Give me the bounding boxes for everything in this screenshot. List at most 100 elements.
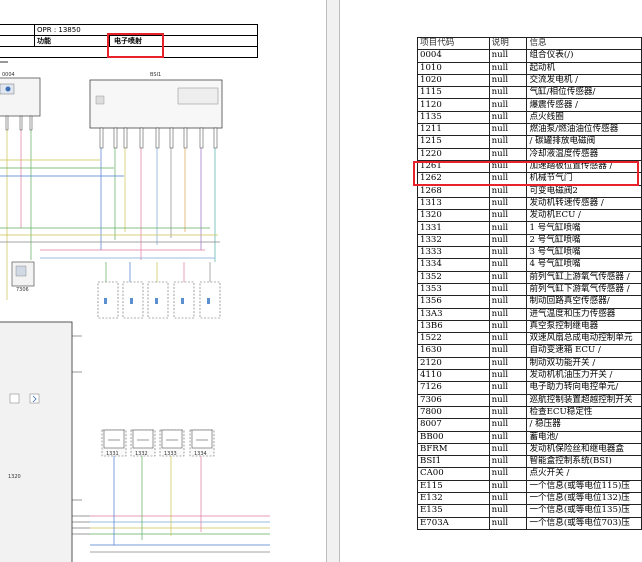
cell-code: BB00 [417, 430, 490, 444]
cell-code: BSI1 [417, 455, 490, 469]
cell-description: null [488, 61, 528, 75]
cell-info: 爆震传感器 / [526, 98, 642, 112]
table-row: 1320 null 发动机ECU / [417, 209, 642, 223]
cell-info: 一个信息(或等电位135)压 [526, 504, 642, 518]
ecu-1320-label: 1320 [8, 474, 21, 480]
cell-description: null [488, 418, 528, 432]
cell-info: 交流发电机 / [526, 73, 642, 88]
cell-info: 发动机转速传感器 / [526, 196, 642, 211]
cell-code: 1333 [417, 246, 490, 260]
table-row: 1120 null 爆震传感器 / [417, 98, 642, 112]
table-row: 1334 null 4 号气缸喷嘴 [417, 258, 642, 272]
cell-description: null [488, 332, 528, 346]
table-row: 1135 null 点火线圈 [417, 110, 642, 125]
cell-code: 1332 [417, 233, 490, 248]
cell-info: 蓄电池/ [526, 430, 642, 444]
table-row: 13B6 null 真空泵控制继电器 [417, 319, 642, 334]
cell-code: 2120 [417, 356, 490, 371]
cell-code: 7800 [417, 405, 490, 420]
cell-info: 制动回路真空传感器/ [526, 295, 642, 309]
table-row: 1211 null 燃油泵/燃油油位传感器 [417, 123, 642, 137]
cell-code: 13A3 [417, 307, 490, 321]
cell-description: null [488, 430, 528, 444]
cell-description: null [488, 504, 528, 518]
cell-info: 一个信息(或等电位703)压 [526, 516, 642, 530]
header-code: 项目代码 [417, 36, 490, 51]
cell-info: 发动机机油压力开关 / [526, 369, 642, 383]
table-row: BFRM null 发动机保险丝和继电器盒 [417, 442, 642, 457]
cell-description: null [488, 184, 528, 198]
cell-description: null [488, 319, 528, 334]
table-row: 1353 null 前列气缸下游氧气传感器 / [417, 282, 642, 297]
injector-1334-label: 1334 [194, 451, 207, 457]
cell-description: null [488, 49, 528, 63]
cell-info: 进气温度和压力传感器 [526, 307, 642, 321]
cell-code: 7126 [417, 381, 490, 395]
table-row: 1313 null 发动机转速传感器 / [417, 196, 642, 211]
cell-code: 1356 [417, 295, 490, 309]
table-row: 1356 null 制动回路真空传感器/ [417, 295, 642, 309]
component-code-table: 项目代码 说明 信息 0004 null 组合仪表(/) 1010 null 起动机 1020 nu… [417, 36, 642, 530]
page-divider [326, 0, 340, 562]
cell-code: E132 [417, 491, 490, 506]
cell-description: null [488, 98, 528, 112]
cell-info: 3 号气缸喷嘴 [526, 246, 642, 260]
cell-info: 燃油泵/燃油油位传感器 [526, 123, 642, 137]
cell-description: null [488, 196, 528, 211]
cell-info: 智能盒控制系统(BSI) [526, 455, 642, 469]
table-row: BSI1 null 智能盒控制系统(BSI) [417, 455, 642, 469]
table-row: E703A null 一个信息(或等电位703)压 [417, 516, 642, 530]
table-row: 1333 null 3 号气缸喷嘴 [417, 246, 642, 260]
table-row: 0004 null 组合仪表(/) [417, 49, 642, 63]
cell-info: 可变电磁阀2 [526, 184, 642, 198]
cell-code: 1630 [417, 344, 490, 358]
cell-description: null [488, 110, 528, 125]
cell-code: 1353 [417, 282, 490, 297]
table-row: E135 null 一个信息(或等电位135)压 [417, 504, 642, 518]
cell-info: 点火线圈 [526, 110, 642, 125]
table-row: BB00 null 蓄电池/ [417, 430, 642, 444]
cell-code: E135 [417, 504, 490, 518]
cell-code: E703A [417, 516, 490, 530]
table-row: 7800 null 检查ECU稳定性 [417, 405, 642, 420]
cell-info: 前列气缸下游氧气传感器 / [526, 282, 642, 297]
cell-description: null [488, 356, 528, 371]
component-bsi1-label: BSI1 [150, 72, 162, 78]
cell-code: 1220 [417, 147, 490, 161]
table-row: 1331 null 1 号气缸喷嘴 [417, 221, 642, 235]
table-row: 1352 null 前列气缸上游氧气传感器 / [417, 270, 642, 284]
cell-info: 4 号气缸喷嘴 [526, 258, 642, 272]
component-0004-label: 0004 [2, 72, 15, 78]
cell-description: null [488, 147, 528, 161]
cell-code: 1334 [417, 258, 490, 272]
table-row: 1220 null 冷却液温度传感器 [417, 147, 642, 161]
cell-code: 1522 [417, 332, 490, 346]
injector-1333-label: 1333 [164, 451, 177, 457]
wiring-diagram [0, 61, 270, 562]
cell-info: 自动变速箱 ECU / [526, 344, 642, 358]
table-row: 8007 null / 稳压器 [417, 418, 642, 432]
cell-info: 发动机ECU / [526, 209, 642, 223]
left-page-wiring-diagram: OPR : 13850 功能 电子喷射 0004 BSI1 7306 1331 … [0, 0, 326, 562]
cell-info: 起动机 [526, 61, 642, 75]
cell-code: 1135 [417, 110, 490, 125]
cell-code: 1215 [417, 135, 490, 149]
cell-code: 7306 [417, 393, 490, 407]
cell-info: 前列气缸上游氧气传感器 / [526, 270, 642, 284]
cell-code: 1010 [417, 61, 490, 75]
cell-description: null [488, 381, 528, 395]
right-page-code-table: 项目代码 说明 信息 0004 null 组合仪表(/) 1010 null 起动机 1020 nu… [340, 0, 642, 562]
header-info: 信息 [526, 36, 642, 51]
cell-description: null [488, 86, 528, 100]
cell-info: 检查ECU稳定性 [526, 405, 642, 420]
cell-code: 1331 [417, 221, 490, 235]
cell-description: null [488, 246, 528, 260]
cell-description: null [488, 491, 528, 506]
table-row: 2120 null 制动双功能开关 / [417, 356, 642, 371]
cell-description: null [488, 393, 528, 407]
table-row: 1630 null 自动变速箱 ECU / [417, 344, 642, 358]
table-row: 4110 null 发动机机油压力开关 / [417, 369, 642, 383]
cell-description: null [488, 307, 528, 321]
cell-description: null [488, 209, 528, 223]
cell-code: E115 [417, 479, 490, 493]
